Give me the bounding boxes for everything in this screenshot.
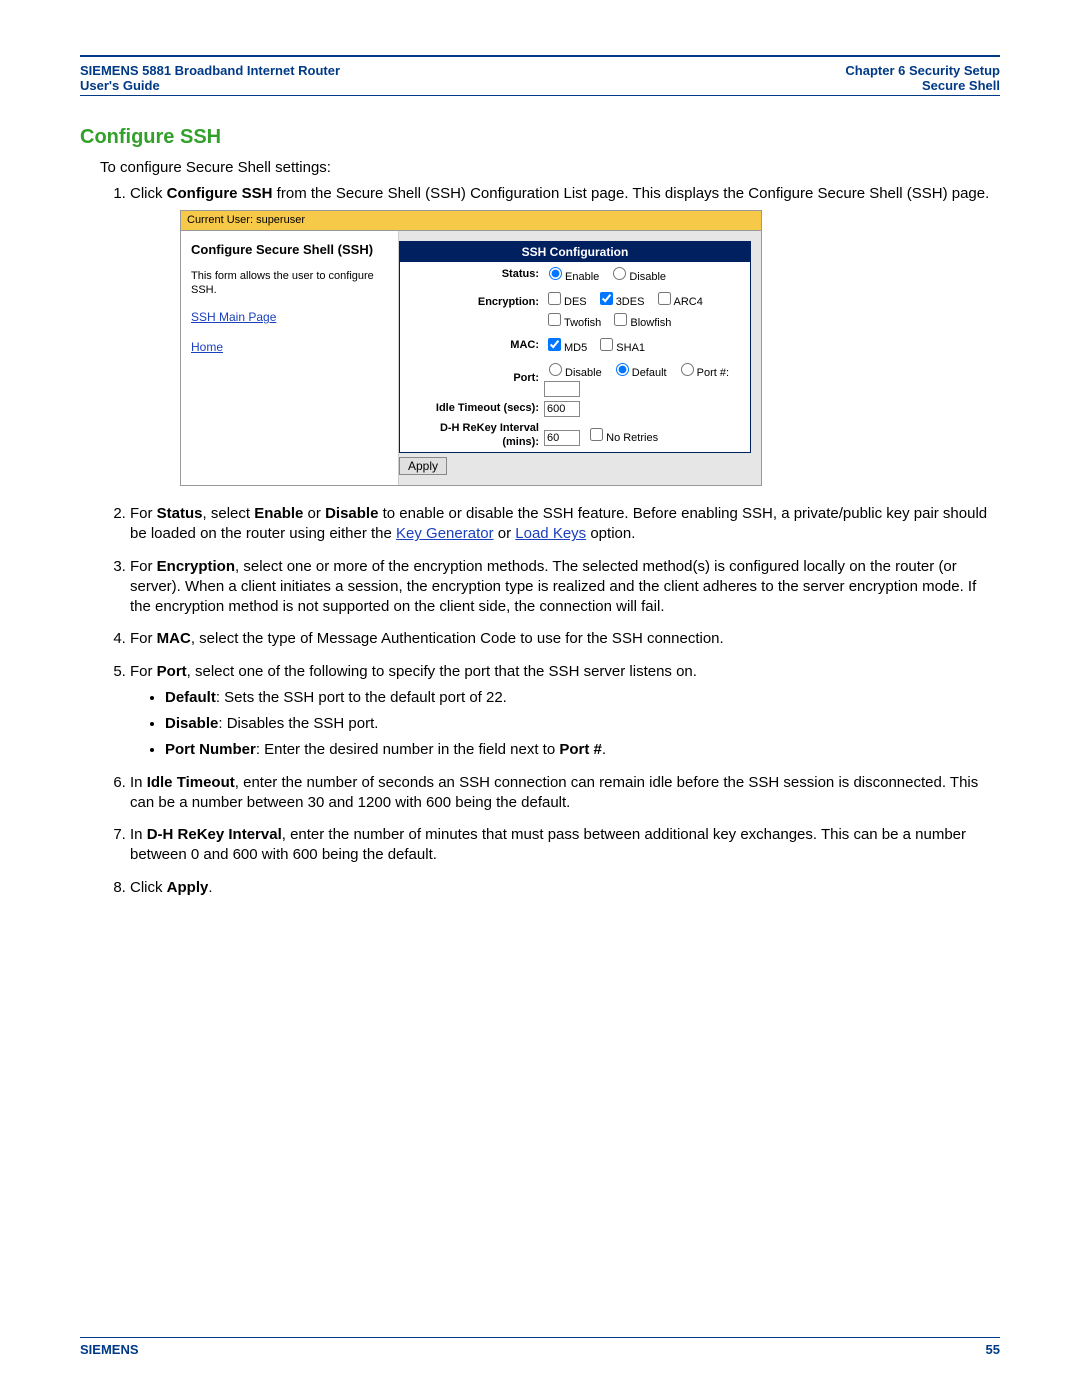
radio-status-disable[interactable] [613, 267, 626, 280]
header-right-line1: Chapter 6 Security Setup [845, 63, 1000, 78]
step-8: Click Apply. [130, 878, 1000, 898]
ssh-table-title: SSH Configuration [400, 242, 750, 262]
apply-button[interactable]: Apply [399, 457, 447, 475]
ssh-config-screenshot: Current User: superuser Configure Secure… [180, 210, 762, 486]
step-4: For MAC, select the type of Message Auth… [130, 629, 1000, 649]
label-encryption: Encryption: [404, 289, 544, 310]
step-2: For Status, select Enable or Disable to … [130, 504, 1000, 545]
chk-des[interactable] [548, 292, 561, 305]
chk-3des[interactable] [600, 292, 613, 305]
label-port: Port: [404, 371, 544, 386]
header-rule-bottom [80, 95, 1000, 96]
step-7: In D-H ReKey Interval, enter the number … [130, 825, 1000, 866]
current-user-bar: Current User: superuser [181, 211, 761, 231]
input-idle-timeout[interactable] [544, 401, 580, 417]
label-mac: MAC: [404, 338, 544, 353]
footer-page-number: 55 [986, 1342, 1000, 1357]
radio-port-default[interactable] [616, 363, 629, 376]
bullet-default: Default: Sets the SSH port to the defaul… [165, 688, 1000, 708]
bullet-port-number: Port Number: Enter the desired number in… [165, 740, 1000, 760]
input-port-num[interactable] [544, 381, 580, 397]
link-home[interactable]: Home [191, 339, 388, 355]
steps-list: Click Configure SSH from the Secure Shel… [100, 184, 1000, 898]
ssh-left-panel: Configure Secure Shell (SSH) This form a… [181, 231, 399, 485]
chk-sha1[interactable] [600, 338, 613, 351]
chk-md5[interactable] [548, 338, 561, 351]
ssh-config-table: SSH Configuration Status: Enable Disable… [399, 241, 751, 453]
radio-port-num[interactable] [681, 363, 694, 376]
step-5: For Port, select one of the following to… [130, 662, 1000, 761]
footer-brand: SIEMENS [80, 1342, 139, 1357]
header-left-line1: SIEMENS 5881 Broadband Internet Router [80, 63, 340, 78]
step-1: Click Configure SSH from the Secure Shel… [130, 184, 1000, 486]
page-footer: SIEMENS 55 [80, 1337, 1000, 1357]
chk-twofish[interactable] [548, 313, 561, 326]
label-dh-rekey: D-H ReKey Interval (mins): [404, 421, 544, 451]
radio-port-disable[interactable] [549, 363, 562, 376]
radio-status-enable[interactable] [549, 267, 562, 280]
ssh-left-title: Configure Secure Shell (SSH) [191, 241, 388, 259]
link-load-keys[interactable]: Load Keys [515, 525, 586, 542]
input-dh-rekey[interactable] [544, 430, 580, 446]
chk-no-retries[interactable] [590, 428, 603, 441]
page-header: SIEMENS 5881 Broadband Internet Router U… [80, 57, 1000, 95]
bullet-disable: Disable: Disables the SSH port. [165, 714, 1000, 734]
footer-rule [80, 1337, 1000, 1338]
header-left-line2: User's Guide [80, 78, 160, 93]
label-idle-timeout: Idle Timeout (secs): [404, 401, 544, 416]
step-3: For Encryption, select one or more of th… [130, 557, 1000, 618]
intro-text: To configure Secure Shell settings: [100, 159, 1000, 176]
label-status: Status: [404, 267, 544, 282]
link-key-generator[interactable]: Key Generator [396, 525, 494, 542]
ssh-left-desc: This form allows the user to configure S… [191, 269, 388, 298]
section-title: Configure SSH [80, 126, 1000, 149]
link-ssh-main-page[interactable]: SSH Main Page [191, 309, 388, 325]
chk-arc4[interactable] [658, 292, 671, 305]
step-6: In Idle Timeout, enter the number of sec… [130, 773, 1000, 814]
header-right-line2: Secure Shell [922, 78, 1000, 93]
chk-blowfish[interactable] [614, 313, 627, 326]
